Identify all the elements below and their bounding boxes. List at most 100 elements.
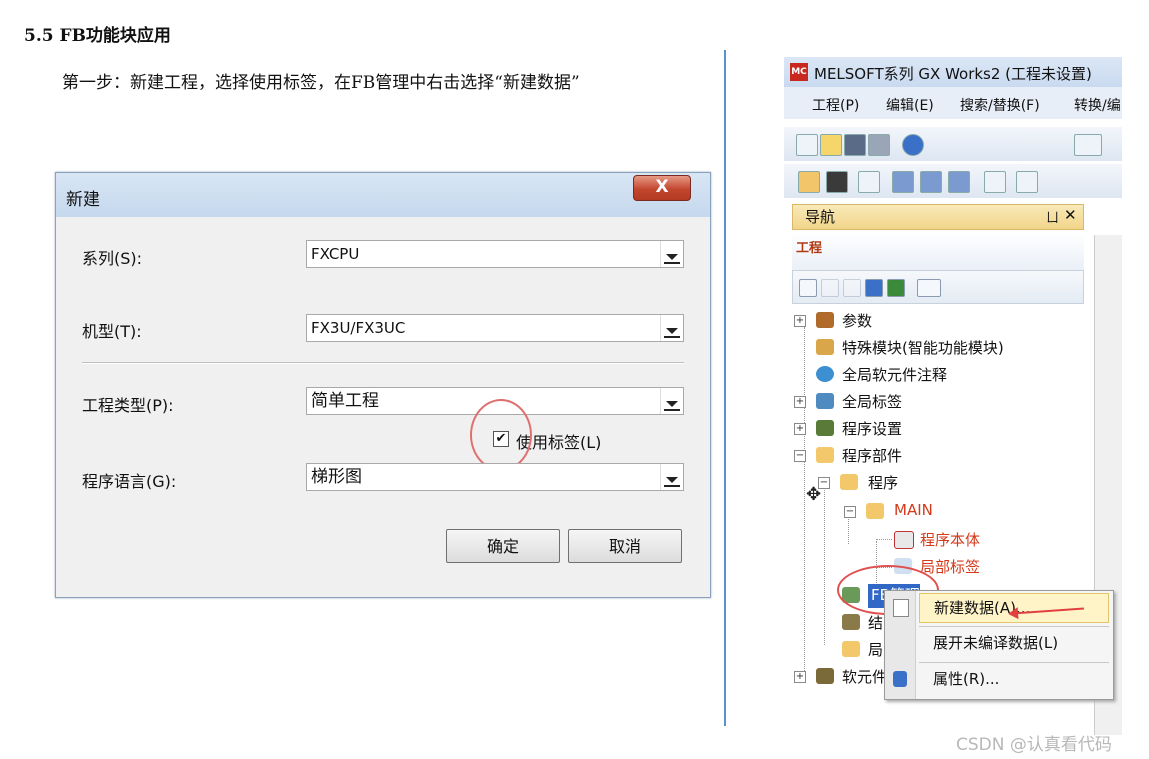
tree-expander[interactable]: + [794, 315, 806, 327]
navigation-title: 导航 [805, 208, 836, 226]
series-select[interactable]: FXCPU [306, 240, 684, 268]
step-instruction: 第一步：新建工程，选择使用标签，在FB管理中右击选择“新建数据” [62, 73, 580, 93]
tree-item-program-parts[interactable]: 程序部件 [842, 445, 902, 466]
project-type-value: 简单工程 [311, 391, 379, 411]
tree-item-global-device-comment[interactable]: 全局软元件注释 [842, 364, 947, 385]
tree-item-global-label[interactable]: 全局标签 [842, 391, 902, 412]
tree-item-local[interactable]: 局 [868, 639, 883, 660]
dev-icon[interactable] [948, 171, 970, 193]
cancel-button[interactable]: 取消 [568, 529, 682, 563]
tree-item-program-setting[interactable]: 程序设置 [842, 418, 902, 439]
folder-icon [840, 474, 858, 490]
search-icon[interactable] [1016, 171, 1038, 193]
properties-icon [893, 671, 907, 687]
tree-expander[interactable]: − [794, 450, 806, 462]
copy-icon[interactable] [821, 279, 839, 297]
menu-project[interactable]: 工程(P) [812, 95, 859, 115]
save-icon[interactable] [844, 134, 866, 156]
tree-guide-line [848, 514, 849, 544]
tree-item-special-module[interactable]: 特殊模块(智能功能模块) [842, 337, 1004, 358]
dev-icon[interactable] [892, 171, 914, 193]
navigation-header: 导航 [792, 204, 1084, 230]
menu-item-properties[interactable]: 属性(R)... [919, 665, 1109, 695]
tree-expander[interactable]: + [794, 396, 806, 408]
toolbar-dropdown-icon[interactable] [1074, 134, 1102, 156]
menu-item-expand-uncompiled-data[interactable]: 展开未编译数据(L) [919, 629, 1109, 659]
view-toolbar [784, 164, 1122, 198]
tree-item-program-body[interactable]: 程序本体 [920, 529, 980, 550]
chevron-down-icon[interactable] [660, 388, 683, 414]
new-item-icon[interactable] [799, 279, 817, 297]
new-data-icon [893, 599, 909, 617]
menu-convert[interactable]: 转换/编 [1074, 95, 1121, 115]
ladder-icon [894, 531, 914, 549]
program-language-label: 程序语言(G): [82, 472, 177, 491]
tree-item-parameter[interactable]: 参数 [842, 310, 872, 331]
project-section-header[interactable]: 工程 [792, 232, 1084, 270]
new-file-icon[interactable] [796, 134, 818, 156]
chevron-down-icon[interactable] [660, 315, 683, 341]
menu-search-replace[interactable]: 搜索/替换(F) [960, 95, 1040, 115]
tree-item-local-label[interactable]: 局部标签 [920, 556, 980, 577]
monitor-icon[interactable] [984, 171, 1006, 193]
pin-icon[interactable]: ㄩ [1046, 207, 1059, 226]
special-module-icon [816, 339, 834, 355]
melsoft-logo-icon: MC [790, 63, 808, 81]
menu-edit[interactable]: 编辑(E) [886, 95, 934, 115]
paste-icon[interactable] [843, 279, 861, 297]
project-tree-icon[interactable] [798, 171, 820, 193]
dialog-separator [82, 362, 684, 364]
context-menu-icon-strip [885, 591, 916, 699]
context-menu: 新建数据(A)... 展开未编译数据(L) 属性(R)... [884, 590, 1114, 700]
dialog-title: 新建 [66, 190, 100, 210]
dialog-close-button[interactable]: X [633, 175, 691, 201]
global-comment-icon [816, 366, 834, 382]
tree-item-main[interactable]: MAIN [894, 501, 933, 519]
new-project-dialog: 新建 X 系列(S): FXCPU 机型(T): FX3U/FX3UC 工程类型… [55, 172, 711, 598]
parameter-icon [816, 312, 834, 328]
watermark: CSDN @认真看代码 [956, 735, 1112, 755]
annotation-circle [470, 399, 532, 471]
refresh-icon[interactable] [887, 279, 905, 297]
properties-icon[interactable] [865, 279, 883, 297]
dev-icon[interactable] [920, 171, 942, 193]
project-type-label: 工程类型(P): [82, 396, 174, 415]
tree-expander[interactable]: + [794, 423, 806, 435]
help-icon[interactable] [902, 134, 924, 156]
tree-guide-line [824, 485, 825, 645]
dialog-titlebar[interactable]: 新建 X [56, 173, 710, 217]
open-folder-icon[interactable] [820, 134, 842, 156]
tree-guide-line [876, 539, 892, 540]
tree-expander[interactable]: + [794, 671, 806, 683]
window-icon[interactable] [858, 171, 880, 193]
model-label: 机型(T): [82, 322, 142, 341]
series-label: 系列(S): [82, 249, 143, 268]
gx-window-title: MELSOFT系列 GX Works2 (工程未设置) [814, 65, 1092, 83]
model-value: FX3U/FX3UC [311, 319, 406, 337]
filter-icon[interactable] [917, 279, 941, 297]
folder-icon [816, 447, 834, 463]
chevron-down-icon[interactable] [660, 464, 683, 490]
gx-titlebar: MC MELSOFT系列 GX Works2 (工程未设置) [784, 57, 1122, 87]
gx-menubar: 工程(P) 编辑(E) 搜索/替换(F) 转换/编 [784, 87, 1122, 119]
tree-item-structure[interactable]: 结 [868, 612, 883, 633]
folder-icon [842, 641, 860, 657]
model-select[interactable]: FX3U/FX3UC [306, 314, 684, 342]
project-toolbar [792, 270, 1084, 304]
print-icon[interactable] [868, 134, 890, 156]
standard-toolbar [784, 127, 1122, 161]
tree-guide-line [804, 327, 805, 677]
program-language-select[interactable]: 梯形图 [306, 463, 684, 491]
gx-works2-window: MC MELSOFT系列 GX Works2 (工程未设置) 工程(P) 编辑(… [784, 57, 1122, 737]
ok-button[interactable]: 确定 [446, 529, 560, 563]
program-language-value: 梯形图 [311, 467, 362, 487]
chevron-down-icon[interactable] [660, 241, 683, 267]
global-label-icon [816, 393, 834, 409]
close-icon[interactable]: ✕ [1064, 206, 1077, 224]
menu-separator [919, 626, 1109, 627]
tree-expander[interactable]: − [844, 506, 856, 518]
module-icon[interactable] [826, 171, 848, 193]
tree-item-program[interactable]: 程序 [868, 472, 898, 493]
tree-item-device-memory[interactable]: 软元件 [842, 666, 887, 687]
program-setting-icon [816, 420, 834, 436]
